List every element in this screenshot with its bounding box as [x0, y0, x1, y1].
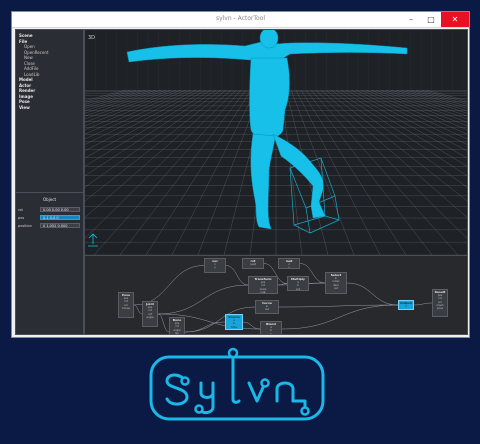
- node-wire: [133, 304, 143, 315]
- grid-line: [365, 89, 467, 135]
- node-param[interactable]: y: [279, 266, 299, 268]
- position-field[interactable]: 0 1.052 0.000: [40, 223, 80, 228]
- grid-line: [85, 89, 172, 123]
- pos-field[interactable]: 0.1 0.0 0: [40, 215, 80, 220]
- grid-line: [85, 89, 137, 105]
- grid-line: [85, 89, 202, 152]
- node-joint[interactable]: Joint pos rot ref angle: [142, 301, 158, 327]
- grid-line: [85, 89, 187, 135]
- node-param[interactable]: out: [256, 308, 278, 311]
- node-select[interactable]: Select in index item out: [325, 272, 347, 294]
- node-source[interactable]: Source a b time: [225, 314, 243, 330]
- node-multiply[interactable]: Multiply a b out: [287, 276, 309, 291]
- scene-menu: Scene File Open OpenRecent New Close AddFile Lo…: [19, 33, 81, 110]
- node-param[interactable]: out: [326, 287, 346, 290]
- node-wire: [346, 282, 399, 306]
- title-bar[interactable]: sylvn - ActorTool – □ ✕: [12, 12, 469, 28]
- node-wire: [281, 304, 399, 330]
- grid-line: [355, 89, 467, 145]
- node-blend[interactable]: Blendabwout: [260, 321, 282, 334]
- node-bone[interactable]: Boneposrotanglelenparent: [169, 317, 185, 334]
- grid-line: [85, 89, 147, 109]
- grid-line: [370, 89, 467, 130]
- grid-line: [119, 89, 247, 255]
- node-result[interactable]: Result pos rot scl mesh pose: [432, 289, 448, 317]
- node-pose[interactable]: Pose pos rot scl bones: [118, 292, 134, 318]
- grid-line: [85, 89, 227, 202]
- node-param[interactable]: out: [288, 288, 308, 290]
- grid-line: [360, 89, 467, 140]
- maximize-button[interactable]: □: [421, 12, 441, 27]
- grid-line: [85, 89, 212, 167]
- grid-line: [85, 89, 152, 111]
- node-param[interactable]: mat: [249, 291, 277, 293]
- node-wire: [157, 313, 170, 333]
- node-mat[interactable]: mat x y: [278, 258, 300, 269]
- grid-line: [305, 89, 433, 255]
- property-label: rot: [18, 208, 23, 212]
- grid-line: [325, 89, 467, 202]
- grid-line: [420, 89, 467, 103]
- node-rot[interactable]: rot quat: [242, 258, 264, 269]
- node-wire: [184, 321, 226, 333]
- node-wire: [242, 321, 261, 330]
- sylvn-logo: [149, 347, 325, 421]
- grid-line: [400, 89, 467, 111]
- node-param[interactable]: angle: [143, 316, 157, 319]
- node-param[interactable]: time: [226, 326, 242, 329]
- grid-line: [171, 89, 257, 255]
- property-row-rot: rot 0.00 0.00 0.00: [18, 207, 82, 213]
- app-window: sylvn - ActorTool – □ ✕ Scene File Open Ope…: [11, 11, 470, 338]
- object-panel-title: Object: [42, 197, 57, 202]
- property-label: position: [18, 224, 32, 228]
- grid-line: [93, 89, 242, 255]
- node-editor[interactable]: vec x y rot quat mat x y Transform pos rot scale mat…: [84, 255, 468, 335]
- viewport-corner-label: 3D: [88, 35, 95, 41]
- grid-line: [85, 89, 197, 145]
- axis-gizmo-icon: [88, 233, 98, 247]
- node-param[interactable]: y: [205, 266, 225, 269]
- grid-line: [85, 89, 132, 103]
- grid-line: [85, 89, 232, 218]
- grid-line: [320, 89, 467, 218]
- node-param[interactable]: len: [170, 332, 184, 334]
- sidebar: Scene File Open OpenRecent New Close AddFile Lo…: [15, 29, 84, 335]
- property-label: pos: [18, 216, 25, 220]
- node-wire: [157, 284, 249, 315]
- grid-line: [85, 89, 237, 239]
- grid-line: [85, 89, 182, 130]
- grid-line: [310, 89, 459, 255]
- grid-line: [350, 89, 467, 152]
- node-param[interactable]: w: [261, 333, 281, 334]
- node-param[interactable]: x: [399, 305, 413, 308]
- node-param[interactable]: pose: [433, 307, 447, 310]
- grid-line: [315, 89, 467, 239]
- minimize-button[interactable]: –: [401, 12, 421, 27]
- grid-line: [380, 89, 467, 123]
- node-param[interactable]: bones: [119, 307, 133, 310]
- 3d-viewport[interactable]: 3D: [84, 29, 468, 256]
- grid-line: [405, 89, 467, 109]
- grid-line: [415, 89, 467, 105]
- menu-item-view[interactable]: View: [19, 105, 81, 111]
- node-transform[interactable]: Transform pos rot scale mat: [248, 276, 278, 294]
- node-vec[interactable]: vec x y: [204, 258, 226, 273]
- grid-line: [340, 89, 467, 167]
- node-curve[interactable]: Curve in out: [255, 300, 279, 314]
- node-param[interactable]: quat: [243, 263, 263, 266]
- object-panel: Object rot 0.00 0.00 0.00 pos 0.1 0.0 0 …: [16, 192, 83, 253]
- node-wire: [133, 265, 205, 306]
- property-row-position: position 0 1.052 0.000: [18, 223, 82, 229]
- node-wire: [413, 302, 433, 306]
- viewport-canvas[interactable]: 3D: [85, 30, 467, 255]
- close-button[interactable]: ✕: [441, 12, 469, 27]
- grid-line: [85, 89, 192, 140]
- rot-field[interactable]: 0.00 0.00 0.00: [40, 207, 80, 212]
- node-output[interactable]: Output x: [398, 300, 414, 310]
- property-row-pos: pos 0.1 0.0 0: [18, 215, 82, 221]
